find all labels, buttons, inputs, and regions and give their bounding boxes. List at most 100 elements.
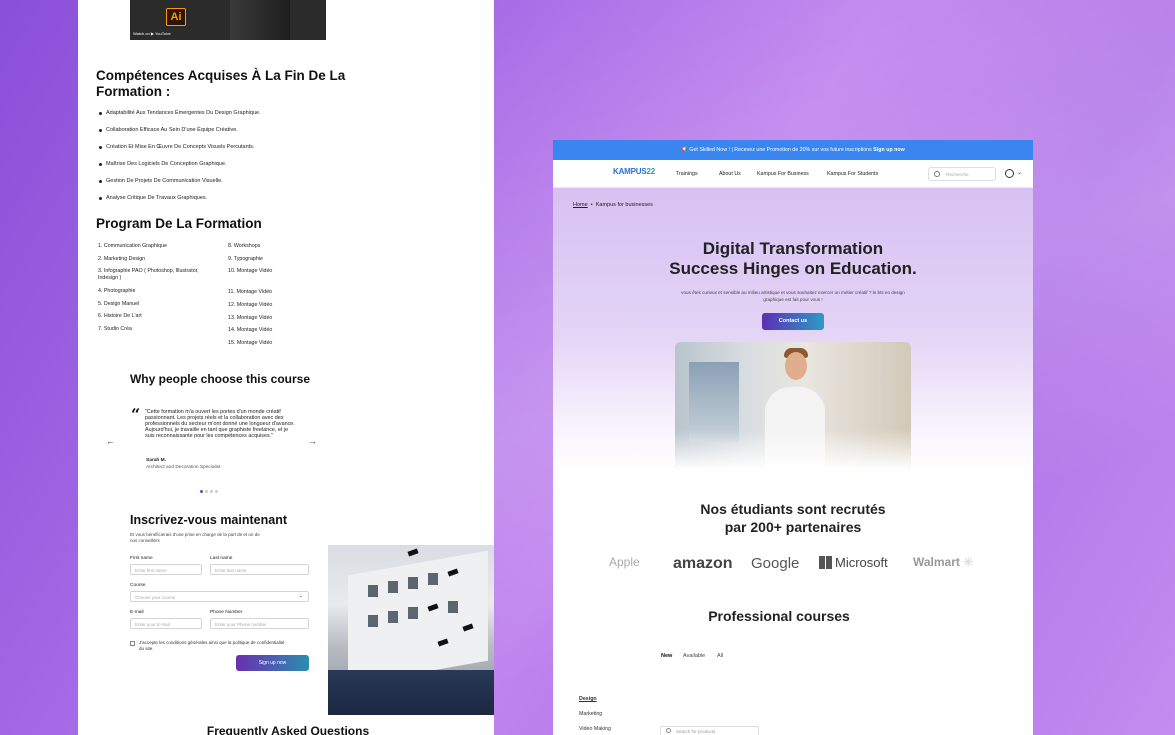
list-item: 1. Communication Graphique xyxy=(98,243,167,249)
walmart-spark-icon: ✳ xyxy=(963,555,974,569)
course-select[interactable]: Choose your course ⌄ xyxy=(130,591,309,602)
video-player[interactable]: Ai Watch on ▶ YouTube xyxy=(130,0,326,40)
list-item: 14. Montage Vidéo xyxy=(228,327,273,334)
promo-text: Get Skilled Now ! | Recevez une Promotio… xyxy=(689,147,874,153)
carousel-dots[interactable] xyxy=(200,490,218,493)
first-name-label: First name xyxy=(130,556,153,561)
prev-arrow-icon[interactable]: ← xyxy=(106,436,115,446)
carousel-dot[interactable] xyxy=(200,490,203,493)
product-search-input[interactable]: Search for products xyxy=(660,726,759,735)
list-item: 2. Marketing Design xyxy=(98,255,146,262)
category-video-making[interactable]: Video Making xyxy=(579,726,611,732)
nav-kampus-students[interactable]: Kampus For Students xyxy=(827,171,878,177)
nav-kampus-business[interactable]: Kampus For Business xyxy=(757,171,809,177)
faq-title: Frequently Asked Questions xyxy=(206,724,370,735)
partners-title: Nos étudiants sont recrutés par 200+ par… xyxy=(553,500,1033,536)
next-arrow-icon[interactable]: → xyxy=(308,436,317,446)
list-item: 4. Photographie xyxy=(98,288,136,295)
carousel-dot[interactable] xyxy=(210,490,213,493)
contact-us-button[interactable]: Contact us xyxy=(762,313,824,330)
logo-number: 22 xyxy=(646,167,655,176)
nav-about-us[interactable]: About Us xyxy=(719,171,741,177)
list-item: 12. Montage Vidéo xyxy=(228,302,273,309)
search-input[interactable]: Recherche xyxy=(928,167,996,181)
product-search-placeholder: Search for products xyxy=(676,729,716,734)
watch-on-youtube-link[interactable]: Watch on ▶ YouTube xyxy=(133,31,171,36)
list-item: 5. Design Manuel xyxy=(98,300,140,307)
chevron-down-icon[interactable]: ⌄ xyxy=(1017,169,1022,176)
walmart-logo: Walmart ✳ xyxy=(913,555,974,569)
carousel-dot[interactable] xyxy=(215,490,218,493)
breadcrumb-separator: • xyxy=(590,202,593,208)
partners-title-line2: par 200+ partenaires xyxy=(724,519,862,535)
list-item: 7. Studio Créa xyxy=(98,326,132,333)
first-name-field[interactable]: Enter first name xyxy=(130,564,202,575)
amazon-logo: amazon xyxy=(673,555,733,572)
skills-list: Adaptabilité Aux Tendances Émergentes Du… xyxy=(96,108,396,210)
hero-photo xyxy=(675,342,911,470)
logo-text: KAMPUS xyxy=(613,167,647,176)
hero-title: Digital Transformation Success Hinges on… xyxy=(553,239,1033,279)
navbar: KAMPUS22 Trainings About Us Kampus For B… xyxy=(553,160,1033,188)
category-design[interactable]: Design xyxy=(579,696,597,702)
google-logo: Google xyxy=(751,555,800,572)
category-marketing[interactable]: Marketing xyxy=(579,711,602,717)
tab-available[interactable]: Available xyxy=(683,653,705,659)
list-item: 10. Montage Vidéo xyxy=(228,268,273,275)
list-item: Adaptabilité Aux Tendances Émergentes Du… xyxy=(96,108,396,125)
hero-section: Home • Kampus for businesses Digital Tra… xyxy=(553,188,1033,478)
sign-up-button[interactable]: Sign up now xyxy=(236,655,309,671)
search-icon xyxy=(934,171,940,177)
list-item: 3. Infographie PAO ( Photoshop, Illustra… xyxy=(98,268,199,282)
list-item: Collaboration Efficace Au Sein D'une Équ… xyxy=(96,125,396,142)
video-thumbnail-person xyxy=(230,0,290,40)
quote-icon: “ xyxy=(131,405,141,424)
list-item: Création Et Mise En Œuvre De Concepts Vi… xyxy=(96,142,396,159)
tab-all[interactable]: All xyxy=(717,653,723,659)
apple-logo: Apple xyxy=(609,555,640,569)
kampus-logo[interactable]: KAMPUS22 xyxy=(613,167,655,176)
testimonial-quote: "Cette formation m'a ouvert les portes d… xyxy=(145,409,295,439)
promo-bar: 📢 Get Skilled Now ! | Recevez une Promot… xyxy=(553,140,1033,160)
hero-subtitle: vous êtes curieux et sensible au milieu … xyxy=(681,290,905,302)
breadcrumb-home[interactable]: Home xyxy=(573,202,588,208)
terms-checkbox[interactable] xyxy=(130,641,135,646)
courses-title: Professional courses xyxy=(708,608,850,624)
terms-text: J'accepte les conditions générales ainsi… xyxy=(139,640,285,651)
partners-title-line1: Nos étudiants sont recrutés xyxy=(700,501,886,517)
list-item: 9. Typographie xyxy=(228,255,263,262)
illustrator-icon: Ai xyxy=(166,8,186,26)
list-item: 11. Montage Vidéo xyxy=(228,289,272,296)
why-section-title: Why people choose this course xyxy=(129,372,311,386)
breadcrumb: Home • Kampus for businesses xyxy=(573,202,653,208)
phone-field[interactable]: Enter your Phone number xyxy=(210,618,309,629)
last-name-field[interactable]: Enter last name xyxy=(210,564,309,575)
hero-title-line1: Digital Transformation xyxy=(702,239,884,258)
globe-icon[interactable] xyxy=(1005,169,1014,178)
course-select-placeholder: Choose your course xyxy=(135,595,176,600)
hero-title-line2: Success Hinges on Education. xyxy=(669,259,917,278)
carousel-dot[interactable] xyxy=(205,490,208,493)
testimonial-role: Architect and Decoration Specialist xyxy=(146,465,221,470)
microsoft-icon xyxy=(819,556,832,569)
last-name-label: Last name xyxy=(210,556,233,561)
graduation-photo xyxy=(328,545,494,715)
email-label: E-mail xyxy=(130,610,144,615)
signup-subtitle: Et vous bénéficierais d'une prise en cha… xyxy=(130,532,260,543)
tab-new[interactable]: New xyxy=(661,653,672,659)
nav-trainings[interactable]: Trainings xyxy=(676,171,698,177)
breadcrumb-current: Kampus for businesses xyxy=(595,202,653,208)
list-item: 6. Histoire De L'art xyxy=(98,313,142,320)
course-label: Course xyxy=(130,583,146,588)
email-field[interactable]: Enter your E-mail xyxy=(130,618,202,629)
phone-label: Phone Number xyxy=(210,610,243,615)
microsoft-logo: Microsoft xyxy=(819,555,888,570)
megaphone-icon: 📢 xyxy=(681,147,688,153)
testimonial-name: Sarah M. xyxy=(146,458,166,463)
list-item: Gestion De Projets De Communication Visu… xyxy=(96,176,396,193)
promo-signup-link[interactable]: Sign up now xyxy=(873,147,904,153)
program-list-col1: 1. Communication Graphique 2. Marketing D… xyxy=(98,243,216,339)
program-list-col2: 8. Workshops 9. Typographie 10. Montage Vi… xyxy=(228,243,338,353)
list-item: 13. Montage Vidéo xyxy=(228,314,273,321)
list-item: Analyse Critique De Travaux Graphiques. xyxy=(96,193,396,210)
